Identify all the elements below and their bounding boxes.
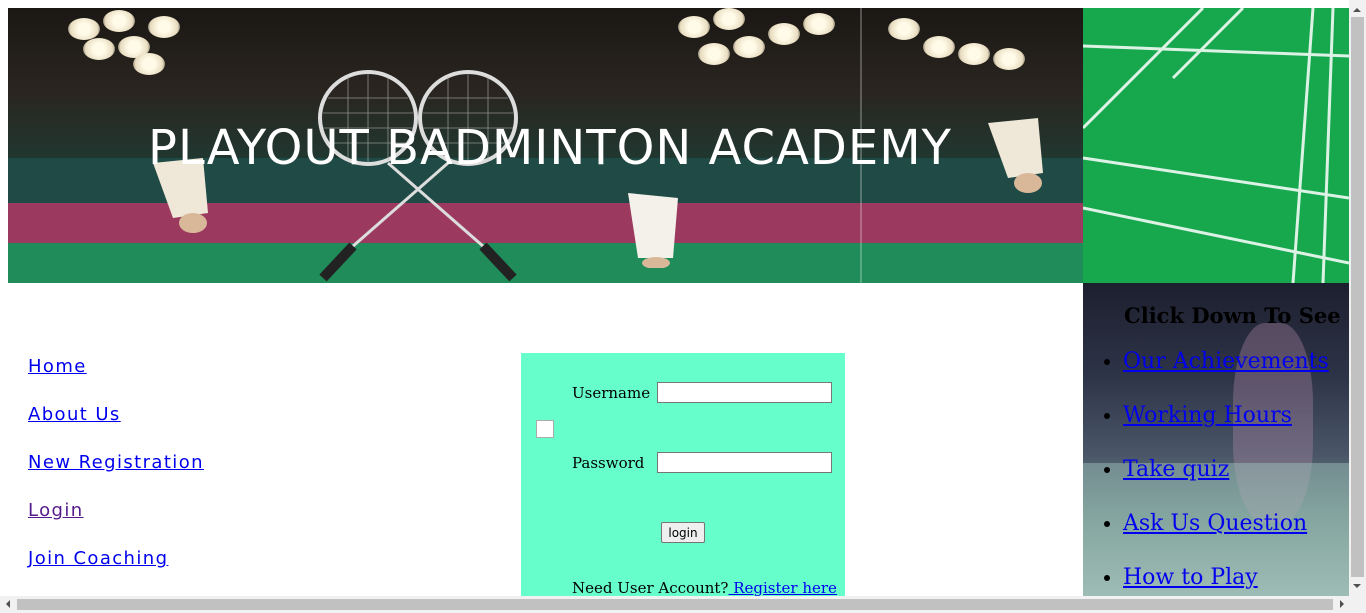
vertical-scroll-thumb[interactable] — [1351, 17, 1364, 577]
broken-image-icon — [536, 420, 554, 438]
take-quiz-link[interactable]: Take quiz — [1123, 457, 1229, 482]
scroll-left-icon[interactable] — [2, 600, 10, 608]
vertical-scrollbar[interactable] — [1349, 0, 1366, 596]
scroll-right-icon[interactable] — [1340, 600, 1348, 608]
ask-us-question-link[interactable]: Ask Us Question — [1123, 511, 1307, 536]
nav-home-link[interactable]: Home — [28, 356, 328, 404]
register-link[interactable]: Register here — [728, 579, 837, 597]
list-item: Take quiz — [1123, 457, 1329, 511]
shuttlecock-graphic — [988, 118, 1043, 193]
working-hours-link[interactable]: Working Hours — [1123, 403, 1292, 428]
password-input[interactable] — [657, 452, 832, 473]
our-achievements-link[interactable]: Our Achievements — [1123, 349, 1329, 374]
nav-about-us-link[interactable]: About Us — [28, 404, 328, 452]
panel-heading: Click Down To See — [1124, 303, 1341, 328]
list-item: Ask Us Question — [1123, 511, 1329, 565]
list-item: How to Play — [1123, 565, 1329, 596]
nav-join-coaching-link[interactable]: Join Coaching — [28, 548, 328, 596]
username-input[interactable] — [657, 382, 832, 403]
need-account-text: Need User Account? — [572, 579, 729, 597]
horizontal-scrollbar[interactable] — [0, 596, 1366, 613]
court-image — [1083, 8, 1349, 283]
login-form: Username Password login Need User Accoun… — [521, 353, 845, 613]
nav-login-link[interactable]: Login — [28, 500, 328, 548]
side-nav: Home About Us New Registration Login Joi… — [28, 356, 328, 596]
scroll-up-icon[interactable] — [1353, 4, 1361, 12]
list-item: Our Achievements — [1123, 349, 1329, 403]
username-label: Username — [572, 384, 651, 402]
scroll-down-icon[interactable] — [1353, 584, 1361, 592]
how-to-play-link[interactable]: How to Play — [1123, 565, 1258, 590]
nav-new-registration-link[interactable]: New Registration — [28, 452, 328, 500]
shuttlecock-graphic — [628, 193, 678, 268]
header-banner: PLAYOUT BADMINTON ACADEMY — [8, 8, 1083, 283]
password-label: Password — [572, 454, 645, 472]
panel-link-list: Our Achievements Working Hours Take quiz… — [1083, 349, 1329, 596]
right-panel: Click Down To See Our Achievements Worki… — [1083, 283, 1349, 596]
horizontal-scroll-thumb[interactable] — [17, 599, 1333, 610]
need-account-row: Need User Account? Register here — [572, 579, 837, 597]
list-item: Working Hours — [1123, 403, 1329, 457]
site-title: PLAYOUT BADMINTON ACADEMY — [148, 120, 952, 176]
login-button[interactable]: login — [661, 522, 705, 543]
